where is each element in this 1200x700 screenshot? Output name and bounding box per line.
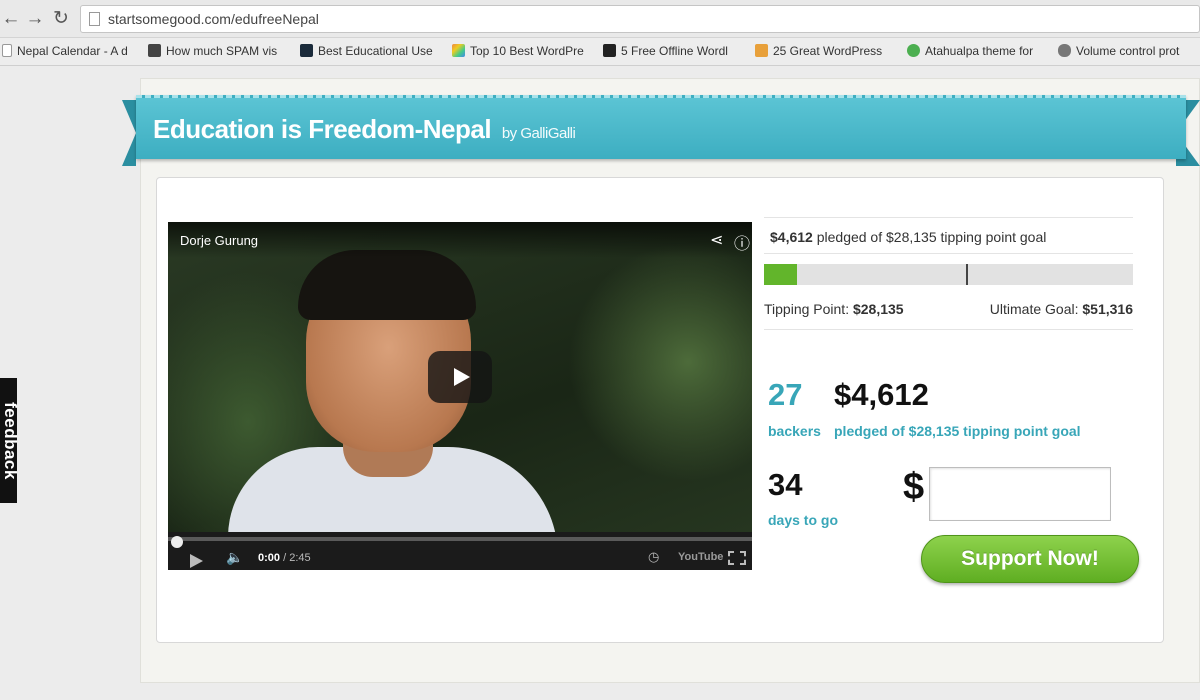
- bookmark-item[interactable]: 25 Great WordPress: [755, 44, 882, 58]
- video-top-bar: Dorje Gurung ⋖ ⓘ: [168, 222, 752, 258]
- currency-symbol: $: [903, 466, 925, 508]
- forward-arrow-icon[interactable]: →: [24, 8, 46, 30]
- ultimate-goal: Ultimate Goal: $51,316: [989, 301, 1133, 317]
- page-icon: [89, 12, 100, 26]
- rainbow-icon: [452, 44, 465, 57]
- video-scrubber[interactable]: [168, 537, 752, 541]
- feedback-tab[interactable]: feedback: [0, 378, 20, 503]
- campaign-title-text: Education is Freedom-Nepal: [153, 114, 492, 144]
- back-arrow-icon[interactable]: ←: [0, 8, 22, 30]
- days-label: days to go: [768, 512, 839, 528]
- g-icon: [603, 44, 616, 57]
- bookmarks-bar: Nepal Calendar - A d How much SPAM vis B…: [0, 38, 1200, 66]
- bookmark-item[interactable]: Nepal Calendar - A d: [2, 44, 128, 58]
- campaign-title: Education is Freedom-Nepal by GalliGalli: [153, 114, 576, 145]
- campaign-author-link[interactable]: GalliGalli: [520, 125, 576, 142]
- funding-progress-fill: [764, 264, 797, 285]
- funding-progress-bar: [764, 264, 1133, 285]
- video-person-hair: [298, 250, 476, 320]
- tipping-point: Tipping Point: $28,135: [764, 301, 904, 317]
- support-now-button[interactable]: Support Now!: [921, 535, 1139, 583]
- address-bar[interactable]: startsomegood.com/edufreeNepal: [80, 5, 1200, 33]
- campaign-byline: by GalliGalli: [501, 125, 576, 142]
- play-icon[interactable]: [190, 554, 203, 568]
- apple-icon: [1058, 44, 1071, 57]
- dark-app-icon: [300, 44, 313, 57]
- info-icon[interactable]: ⓘ: [734, 230, 750, 254]
- divider: [764, 253, 1133, 254]
- fullscreen-icon[interactable]: [728, 551, 746, 565]
- days-count: 34: [768, 467, 803, 502]
- video-player[interactable]: Dorje Gurung ⋖ ⓘ 🔈 0:00 / 2:45 ◷ YouTube: [168, 222, 752, 570]
- page-icon: [2, 44, 12, 57]
- ribbon-tail-left: [122, 100, 136, 166]
- feedback-label: feedback: [1, 402, 20, 480]
- play-overlay-button[interactable]: [428, 351, 492, 403]
- watch-later-icon[interactable]: ◷: [648, 549, 659, 565]
- bookmark-item[interactable]: How much SPAM vis: [148, 44, 277, 58]
- video-scrubber-handle[interactable]: [171, 536, 183, 548]
- pledged-amount-label: pledged of $28,135 tipping point goal: [834, 423, 1081, 439]
- bookmark-item[interactable]: Top 10 Best WordPre: [452, 44, 584, 58]
- bookmark-item[interactable]: 5 Free Offline Wordl: [603, 44, 728, 58]
- news-icon: [148, 44, 161, 57]
- video-time: 0:00 / 2:45: [258, 552, 311, 564]
- bookmark-item[interactable]: Volume control prot: [1058, 44, 1179, 58]
- video-channel-name[interactable]: Dorje Gurung: [180, 233, 258, 248]
- green-dot-icon: [907, 44, 920, 57]
- campaign-title-ribbon: Education is Freedom-Nepal by GalliGalli: [136, 95, 1186, 159]
- youtube-logo[interactable]: YouTube: [678, 551, 723, 563]
- reload-icon[interactable]: ↻: [50, 8, 72, 30]
- bookmark-item[interactable]: Best Educational Use: [300, 44, 433, 58]
- backers-count: 27: [768, 377, 803, 412]
- volume-icon[interactable]: 🔈: [226, 549, 243, 566]
- divider: [764, 329, 1133, 330]
- tw-icon: [755, 44, 768, 57]
- pledged-amount: $4,612: [834, 377, 929, 412]
- video-controls: 🔈 0:00 / 2:45 ◷ YouTube: [168, 532, 752, 570]
- bookmark-item[interactable]: Atahualpa theme for: [907, 44, 1033, 58]
- pledge-amount-input[interactable]: [929, 467, 1111, 521]
- divider: [764, 217, 1133, 218]
- browser-toolbar: ← → ↻ startsomegood.com/edufreeNepal: [0, 0, 1200, 38]
- url-text: startsomegood.com/edufreeNepal: [108, 11, 319, 27]
- pledge-summary: $4,612 pledged of $28,135 tipping point …: [770, 229, 1047, 245]
- tipping-point-marker: [966, 264, 968, 285]
- backers-label: backers: [768, 423, 821, 439]
- share-icon[interactable]: ⋖: [710, 230, 723, 250]
